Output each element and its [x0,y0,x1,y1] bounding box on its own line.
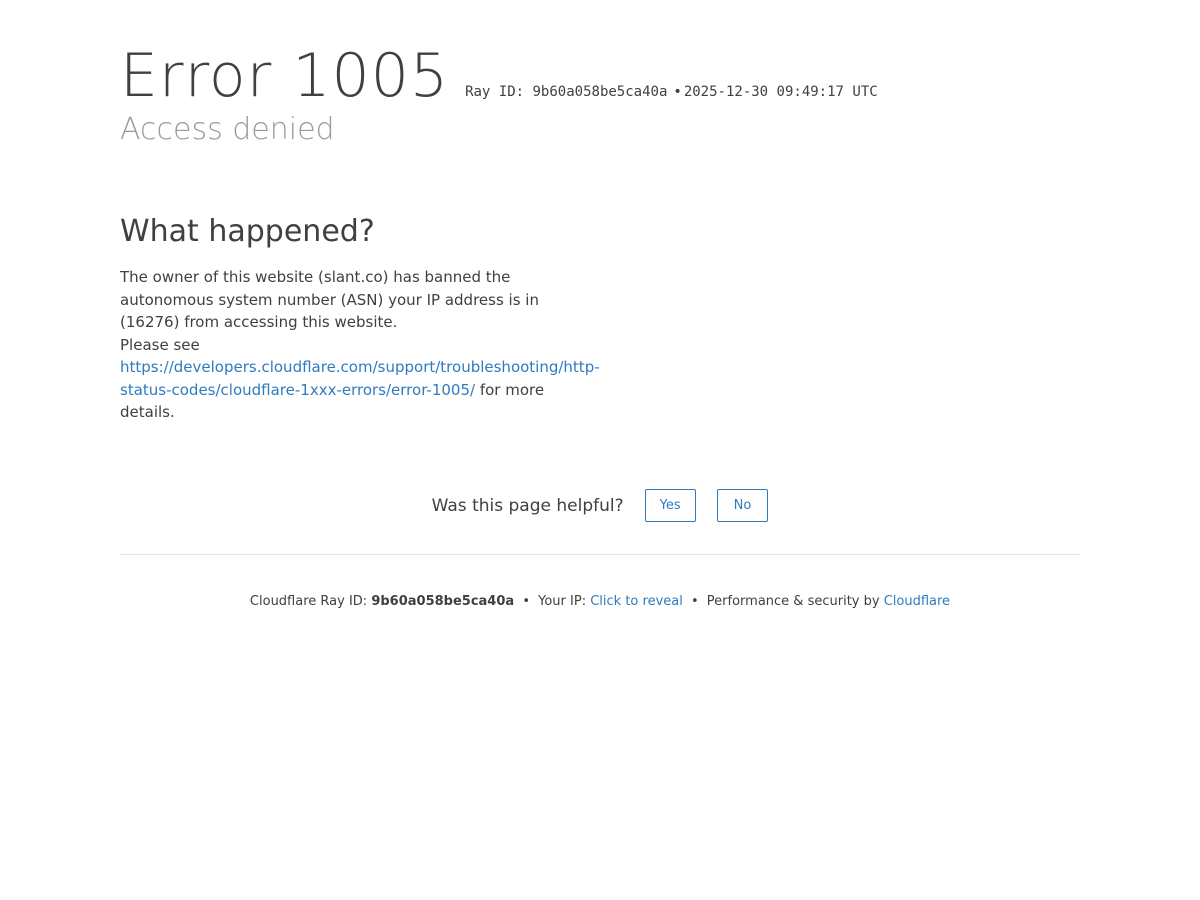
what-happened-section: What happened? The owner of this website… [120,213,600,424]
ray-meta: Ray ID: 9b60a058be5ca40a • 2025-12-30 09:4… [465,84,878,100]
footer-divider [120,554,1080,555]
reveal-ip-button[interactable]: Click to reveal [590,594,683,609]
what-happened-heading: What happened? [120,214,375,249]
error-title: Error 1005 [120,41,450,111]
body-text: The owner of this website (slant.co) has… [120,268,539,331]
footer-perf-label: Performance & security by [706,594,880,609]
footer-ip-label: Your IP: [538,594,587,609]
feedback-bar: Was this page helpful? Yes No [120,489,1080,522]
footer-ray-label: Cloudflare Ray ID: [249,594,368,609]
footer-bullet: • [522,594,530,609]
footer: Cloudflare Ray ID: 9b60a058be5ca40a • Yo… [120,593,1080,611]
error-subtitle: Access denied [120,112,335,147]
title-row: Error 1005 Ray ID: 9b60a058be5ca40a • 2025… [120,40,1080,112]
please-see-text: Please see [120,335,200,354]
footer-ray-value: 9b60a058be5ca40a [371,594,515,609]
ray-bullet: • [673,84,682,100]
no-button[interactable]: No [716,489,769,522]
footer-bullet: • [690,594,699,609]
feedback-question: Was this page helpful? [431,495,624,516]
timestamp: 2025-12-30 09:49:17 UTC [683,84,878,100]
cloudflare-link[interactable]: Cloudflare [884,594,950,609]
yes-button[interactable]: Yes [644,489,696,522]
what-happened-body: The owner of this website (slant.co) has… [120,266,600,424]
ray-id-text: Ray ID: 9b60a058be5ca40a [465,84,668,100]
error-header: Error 1005 Ray ID: 9b60a058be5ca40a • 2025… [120,40,1080,148]
